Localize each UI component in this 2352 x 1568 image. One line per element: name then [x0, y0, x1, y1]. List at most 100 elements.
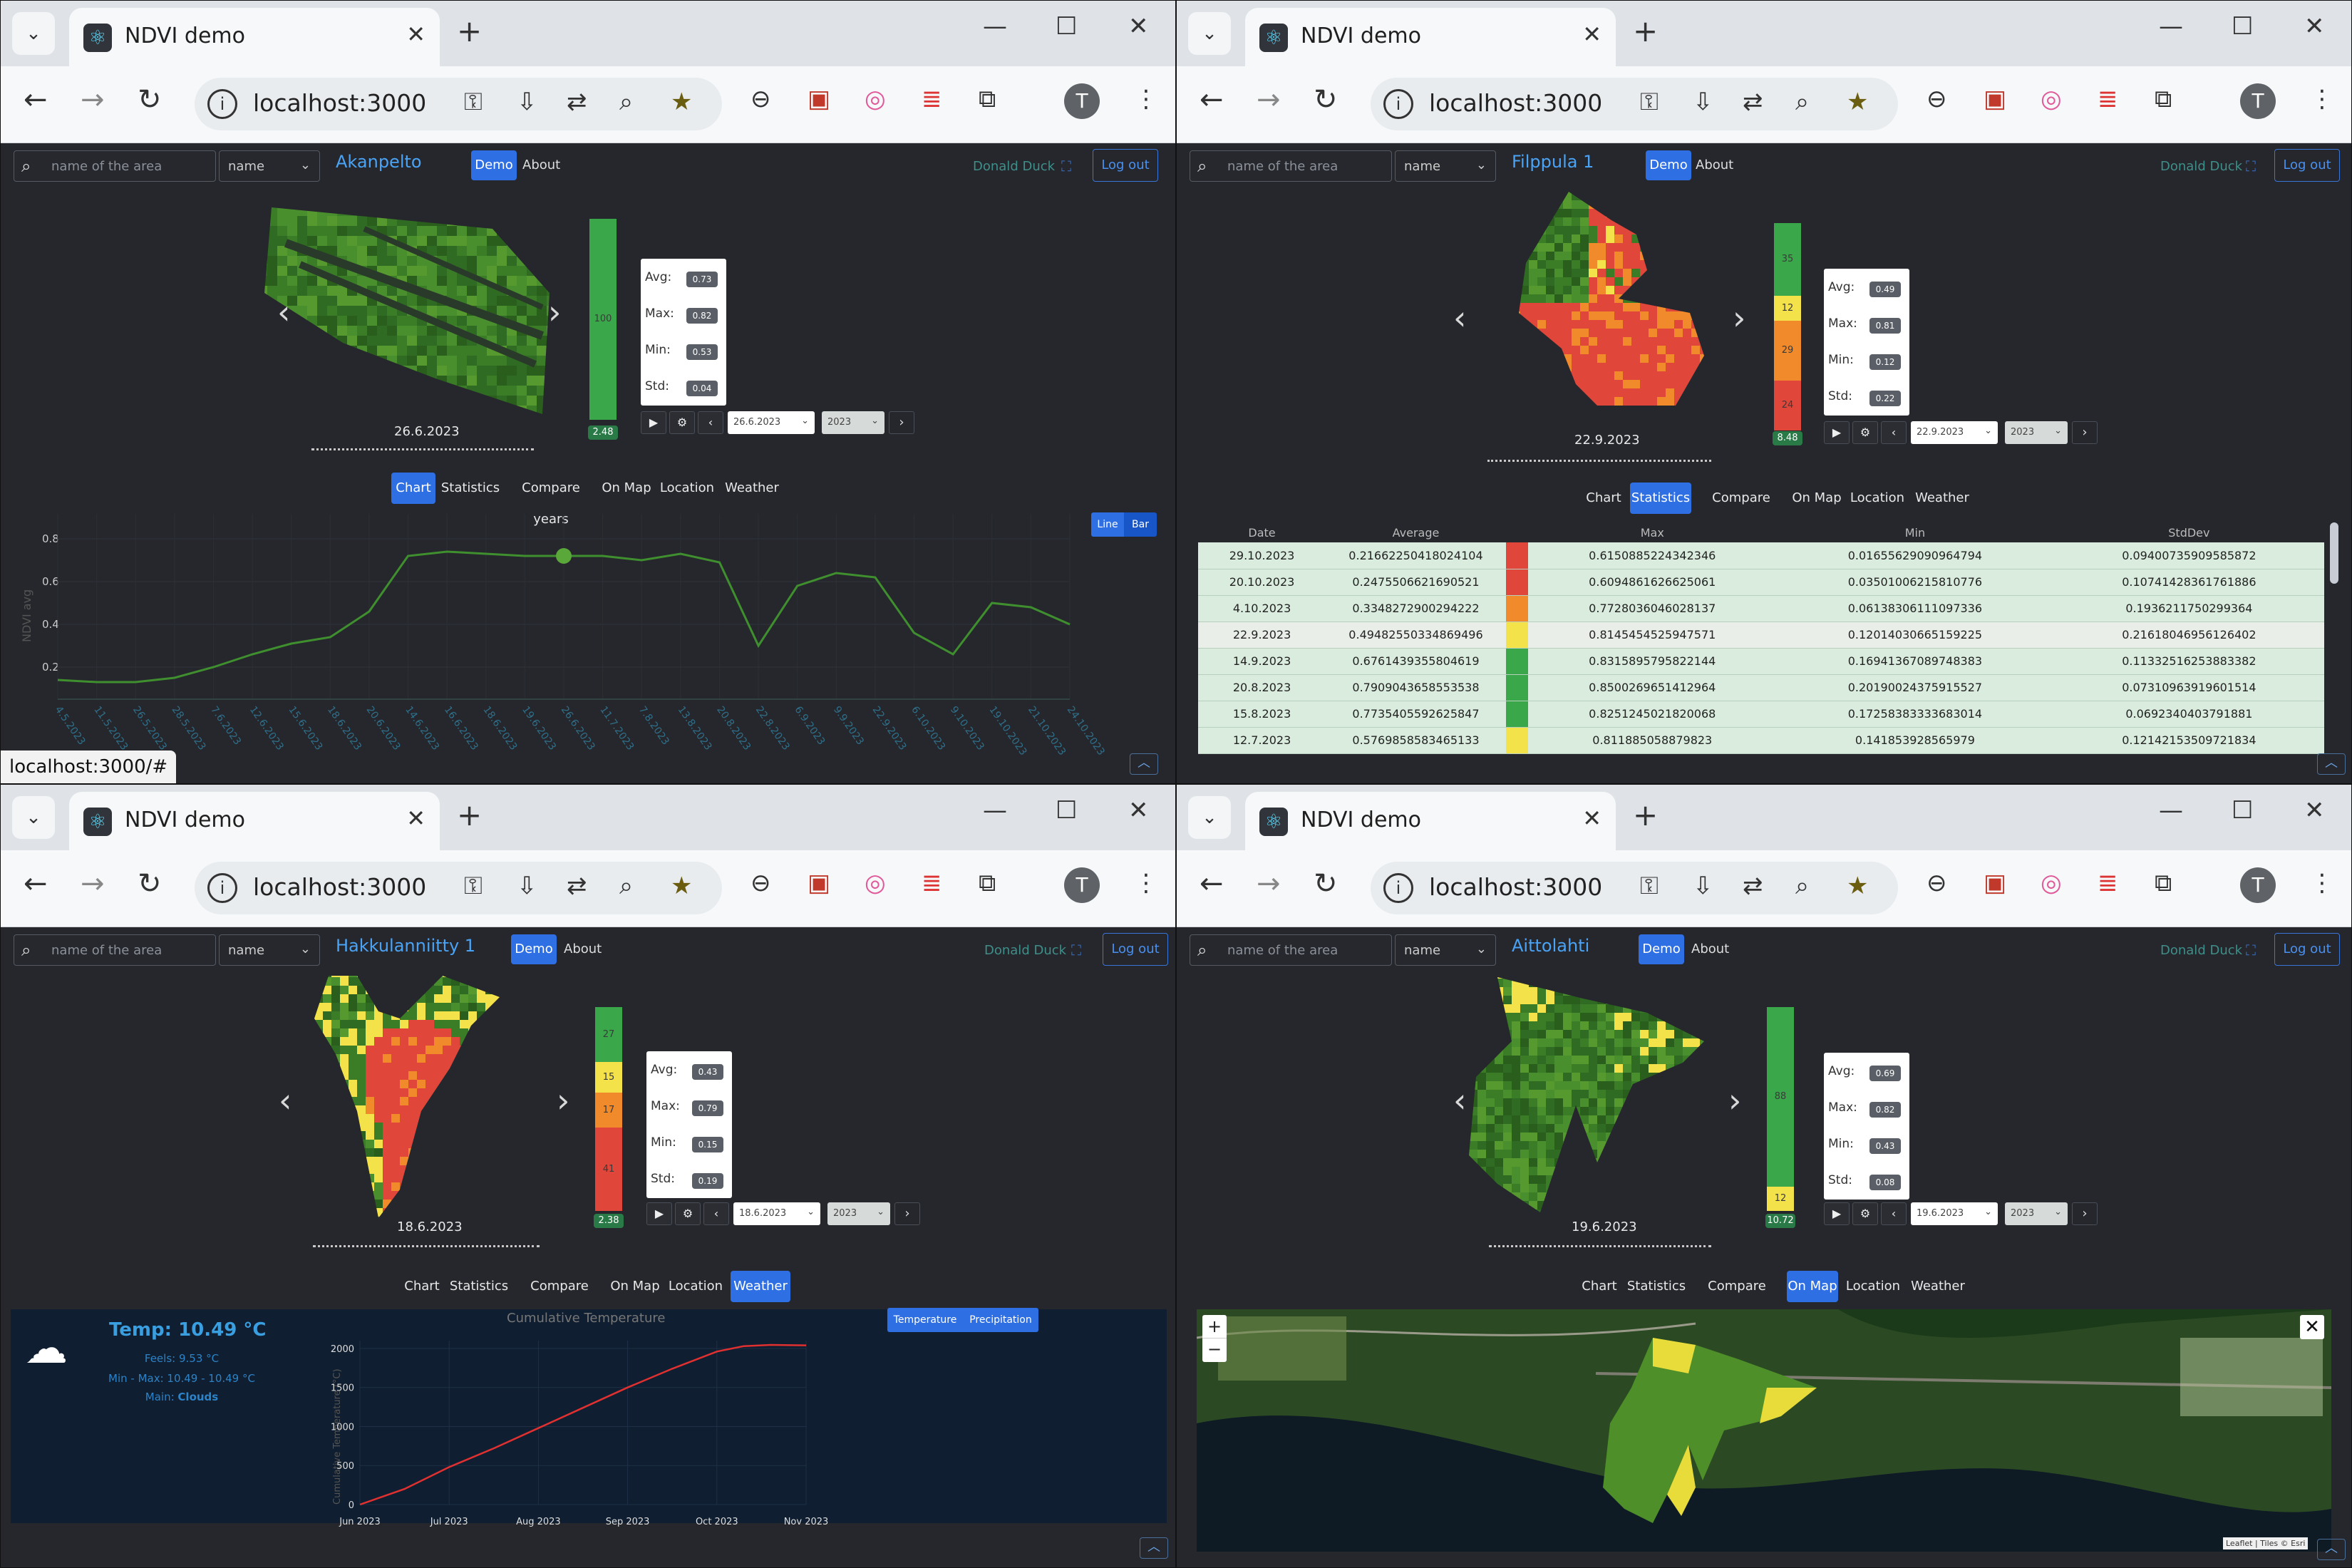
install-icon[interactable]: ⇩: [1693, 88, 1713, 116]
gear-icon[interactable]: ⚙: [1852, 421, 1878, 444]
zoom-out-button[interactable]: −: [1202, 1339, 1227, 1362]
table-row[interactable]: 22.9.2023 0.49482550334869496 0.81454545…: [1198, 621, 2324, 649]
table-row[interactable]: 20.10.2023 0.2475506621690521 0.60948616…: [1198, 569, 2324, 596]
translate-icon[interactable]: ⇄: [1743, 88, 1763, 116]
bookmark-star-icon[interactable]: ★: [671, 872, 692, 900]
zoom-icon[interactable]: ⌕: [1795, 872, 1809, 900]
table-row[interactable]: 12.7.2023 0.5769858583465133 0.811885058…: [1198, 727, 2324, 754]
tab-on-map[interactable]: On Map: [1791, 483, 1842, 514]
tab-weather[interactable]: Weather: [1908, 1271, 1968, 1302]
next-date-icon[interactable]: ›: [2072, 421, 2098, 444]
zoom-in-button[interactable]: +: [1202, 1315, 1227, 1339]
profile-avatar[interactable]: T: [1064, 867, 1100, 903]
bar-toggle-button[interactable]: Bar: [1124, 512, 1157, 537]
close-window-icon[interactable]: ✕: [2304, 796, 2325, 825]
tab-statistics[interactable]: Statistics: [1630, 483, 1691, 514]
back-icon[interactable]: ←: [24, 83, 48, 116]
back-icon[interactable]: ←: [24, 867, 48, 900]
minimize-icon[interactable]: —: [983, 796, 1007, 825]
temperature-toggle-button[interactable]: Temperature: [887, 1308, 963, 1332]
data-point[interactable]: [522, 554, 527, 558]
maximize-icon[interactable]: ☐: [1056, 796, 1077, 825]
extension-icon[interactable]: ≣: [922, 869, 942, 897]
maximize-icon[interactable]: ☐: [1056, 12, 1077, 41]
extension-icon[interactable]: ≣: [2098, 85, 2118, 113]
forward-icon[interactable]: →: [1257, 867, 1281, 900]
translate-icon[interactable]: ⇄: [567, 872, 587, 900]
reload-icon[interactable]: ↻: [1314, 867, 1338, 900]
data-point[interactable]: [328, 635, 332, 639]
menu-dots-icon[interactable]: ⋮: [2310, 869, 2334, 897]
table-row[interactable]: 20.8.2023 0.7909043658553538 0.850026965…: [1198, 674, 2324, 701]
extensions-puzzle-icon[interactable]: ⧉: [2155, 85, 2172, 113]
browser-tab[interactable]: ⚛ NDVI demo ✕: [1245, 8, 1616, 66]
key-icon[interactable]: ⚿: [1640, 88, 1659, 116]
extension-icon[interactable]: ◎: [2041, 85, 2062, 113]
about-nav-link[interactable]: About: [1691, 942, 1729, 956]
close-window-icon[interactable]: ✕: [1128, 796, 1149, 825]
year-select[interactable]: 2023 ⌄: [2005, 421, 2068, 444]
close-map-button[interactable]: ✕: [2300, 1315, 2324, 1339]
translate-icon[interactable]: ⇄: [1743, 872, 1763, 900]
fullscreen-icon[interactable]: ⛶: [2246, 158, 2256, 175]
tab-search-button[interactable]: ⌄: [12, 12, 55, 55]
scroll-top-button[interactable]: ︿: [1140, 1537, 1168, 1559]
close-window-icon[interactable]: ✕: [1128, 12, 1149, 41]
data-point[interactable]: [795, 584, 800, 588]
new-tab-button[interactable]: +: [457, 798, 482, 832]
bookmark-star-icon[interactable]: ★: [1847, 88, 1868, 116]
tab-search-button[interactable]: ⌄: [1188, 12, 1231, 55]
back-icon[interactable]: ←: [1200, 867, 1224, 900]
image-carousel-indicator[interactable]: [1487, 460, 1711, 462]
data-point[interactable]: [289, 641, 294, 646]
profile-avatar[interactable]: T: [2240, 867, 2276, 903]
reload-icon[interactable]: ↻: [138, 83, 162, 116]
col-header[interactable]: Max: [1528, 522, 1777, 542]
minimize-icon[interactable]: —: [2159, 12, 2183, 41]
data-point[interactable]: [133, 680, 138, 684]
address-bar[interactable]: i localhost:3000 ⚿ ⇩ ⇄ ⌕ ★: [195, 78, 722, 130]
data-point[interactable]: [873, 575, 877, 579]
scroll-top-button[interactable]: ︿: [1130, 753, 1158, 775]
new-tab-button[interactable]: +: [1633, 14, 1658, 48]
menu-dots-icon[interactable]: ⋮: [2310, 85, 2334, 113]
extension-icon[interactable]: ▣: [1984, 869, 2006, 897]
image-carousel-indicator[interactable]: [1489, 1245, 1711, 1247]
line-toggle-button[interactable]: Line: [1091, 512, 1124, 537]
extension-icon[interactable]: ▣: [808, 85, 830, 113]
col-header[interactable]: StdDev: [2053, 522, 2324, 542]
address-bar[interactable]: i localhost:3000 ⚿ ⇩ ⇄ ⌕ ★: [1371, 862, 1898, 914]
extension-icon[interactable]: ▣: [808, 869, 830, 897]
precipitation-toggle-button[interactable]: Precipitation: [963, 1308, 1038, 1332]
forward-icon[interactable]: →: [81, 83, 105, 116]
col-header[interactable]: Date: [1198, 522, 1326, 542]
zoom-icon[interactable]: ⌕: [619, 872, 633, 900]
tab-chart[interactable]: Chart: [1577, 1271, 1621, 1302]
data-point[interactable]: [211, 665, 215, 669]
data-point[interactable]: [367, 609, 371, 614]
prev-date-icon[interactable]: ‹: [1881, 421, 1907, 444]
tab-compare-years[interactable]: Compare years: [1691, 1271, 1783, 1325]
zoom-icon[interactable]: ⌕: [619, 88, 633, 116]
key-icon[interactable]: ⚿: [1640, 872, 1659, 900]
date-select[interactable]: 22.9.2023 ⌄: [1911, 421, 1998, 444]
site-info-icon[interactable]: i: [1383, 89, 1413, 119]
tab-compare-years[interactable]: Compare years: [1696, 483, 1787, 537]
scroll-top-button[interactable]: ︿: [2317, 1539, 2346, 1560]
key-icon[interactable]: ⚿: [464, 872, 483, 900]
play-icon[interactable]: ▶: [1824, 1202, 1850, 1225]
scroll-top-button[interactable]: ︿: [2317, 753, 2346, 775]
close-tab-icon[interactable]: ✕: [406, 805, 425, 832]
close-tab-icon[interactable]: ✕: [1582, 21, 1601, 48]
site-info-icon[interactable]: i: [207, 873, 237, 903]
data-point[interactable]: [1028, 605, 1033, 609]
new-tab-button[interactable]: +: [457, 14, 482, 48]
data-point[interactable]: [717, 560, 721, 564]
previous-image-icon[interactable]: ‹: [1453, 1081, 1466, 1120]
close-tab-icon[interactable]: ✕: [1582, 805, 1601, 832]
extension-icon[interactable]: ◎: [865, 85, 886, 113]
data-point[interactable]: [912, 631, 917, 635]
minimize-icon[interactable]: —: [2159, 796, 2183, 825]
tab-on-map[interactable]: On Map: [1787, 1271, 1838, 1302]
demo-nav-button[interactable]: Demo: [1646, 150, 1691, 180]
